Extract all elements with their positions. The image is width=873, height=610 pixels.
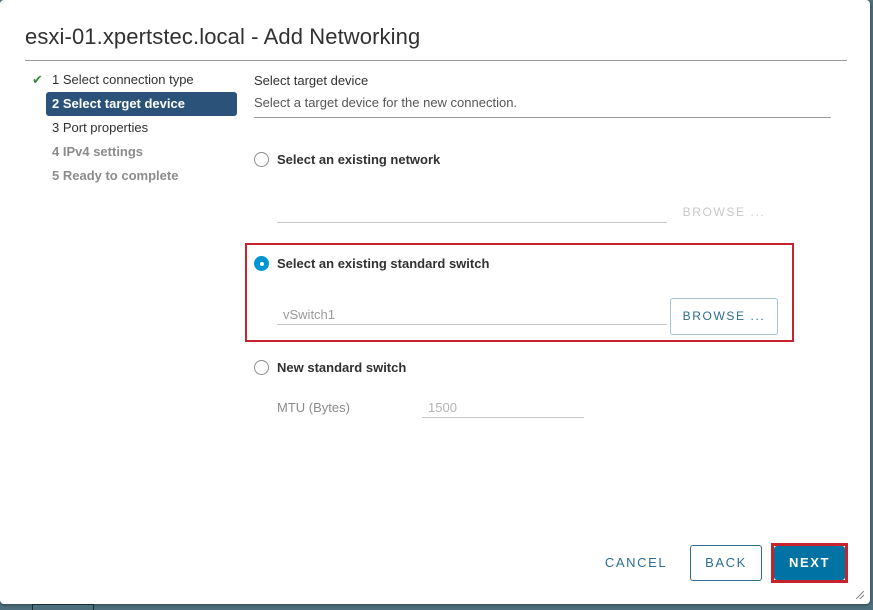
- radio-existing-standard-switch[interactable]: [254, 256, 269, 271]
- step-port-properties: 3 Port properties: [32, 116, 237, 140]
- mtu-input: 1500: [422, 398, 584, 418]
- network-input: [277, 203, 667, 223]
- resize-grip-icon[interactable]: [856, 591, 864, 599]
- browse-network-button: BROWSE ...: [682, 205, 766, 219]
- browse-switch-button[interactable]: BROWSE ...: [670, 298, 778, 335]
- cancel-button[interactable]: CANCEL: [596, 545, 676, 581]
- switch-input[interactable]: vSwitch1: [277, 305, 667, 325]
- option-label: Select an existing standard switch: [277, 256, 490, 271]
- step-label: 3 Port properties: [52, 120, 149, 135]
- back-button[interactable]: BACK: [690, 545, 762, 581]
- wizard-steps: ✔ 1 Select connection type 2 Select targ…: [32, 68, 237, 188]
- step-label: 4 IPv4 settings: [52, 144, 144, 159]
- radio-new-standard-switch[interactable]: [254, 360, 269, 375]
- background-tab: [32, 604, 94, 610]
- step-select-target-device[interactable]: 2 Select target device: [46, 92, 237, 116]
- option-new-standard-switch[interactable]: New standard switch: [254, 360, 406, 375]
- section-description: Select a target device for the new conne…: [254, 95, 831, 118]
- step-select-connection-type[interactable]: ✔ 1 Select connection type: [32, 68, 237, 92]
- step-label: 5 Ready to complete: [52, 168, 179, 183]
- option-existing-network[interactable]: Select an existing network: [254, 152, 440, 167]
- next-button[interactable]: NEXT: [774, 546, 845, 580]
- step-ready-to-complete: 5 Ready to complete: [32, 164, 237, 188]
- add-networking-dialog: esxi-01.xpertstec.local - Add Networking…: [0, 0, 870, 604]
- section-title: Select target device: [254, 73, 369, 88]
- radio-existing-network[interactable]: [254, 152, 269, 167]
- option-label: New standard switch: [277, 360, 407, 375]
- option-existing-standard-switch[interactable]: Select an existing standard switch: [254, 256, 489, 271]
- step-ipv4-settings: 4 IPv4 settings: [32, 140, 237, 164]
- step-label: 2 Select target device: [52, 96, 185, 111]
- mtu-label: MTU (Bytes): [277, 400, 350, 415]
- dialog-title: esxi-01.xpertstec.local - Add Networking: [25, 24, 847, 61]
- step-content: Select target device Select a target dev…: [254, 70, 831, 118]
- checkmark-icon: ✔: [32, 72, 43, 87]
- option-label: Select an existing network: [277, 152, 441, 167]
- step-label: 1 Select connection type: [52, 72, 194, 87]
